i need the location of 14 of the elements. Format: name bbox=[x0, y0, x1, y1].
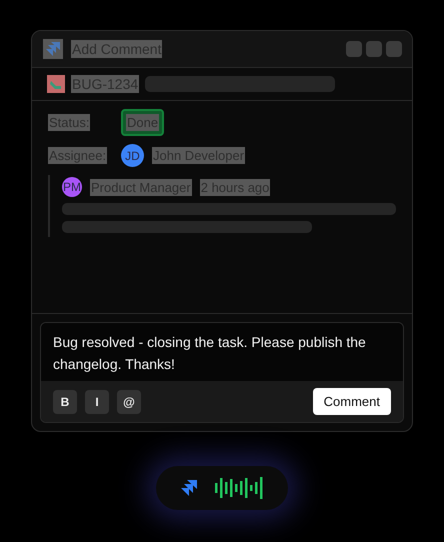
comment-input[interactable]: Bug resolved - closing the task. Please publish the changelog. Thanks! bbox=[41, 323, 403, 381]
waveform-icon bbox=[215, 476, 263, 500]
avatar: JD bbox=[121, 144, 144, 167]
bug-icon bbox=[47, 75, 65, 93]
format-button[interactable]: @ bbox=[117, 390, 141, 414]
window-control-button[interactable] bbox=[366, 41, 382, 57]
avatar: PM bbox=[62, 177, 82, 197]
format-button[interactable]: B bbox=[53, 390, 77, 414]
format-button[interactable]: I bbox=[85, 390, 109, 414]
window-control-button[interactable] bbox=[346, 41, 362, 57]
voice-pill[interactable] bbox=[156, 466, 288, 510]
logo-icon bbox=[43, 39, 63, 59]
window-control-button[interactable] bbox=[386, 41, 402, 57]
comment-button[interactable]: Comment bbox=[312, 388, 391, 415]
